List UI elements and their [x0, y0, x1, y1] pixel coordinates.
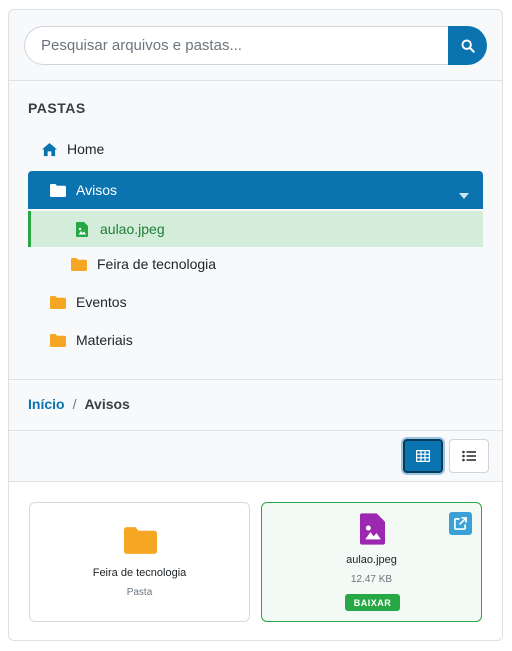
- divider: [9, 379, 502, 380]
- divider: [9, 430, 502, 431]
- search-input[interactable]: [24, 26, 449, 65]
- folder-icon: [49, 333, 67, 347]
- file-card[interactable]: aulao.jpeg 12.47 KB BAIXAR: [261, 502, 482, 622]
- tree-item-label: Eventos: [76, 294, 127, 310]
- tree-item-eventos[interactable]: Eventos: [28, 283, 483, 321]
- folders-title: PASTAS: [28, 100, 86, 116]
- breadcrumb: Início / Avisos: [28, 396, 130, 412]
- search-icon: [461, 39, 475, 53]
- tree-item-home[interactable]: Home: [28, 130, 483, 168]
- tree-item-avisos[interactable]: Avisos: [28, 171, 483, 209]
- folder-open-icon: [49, 183, 67, 197]
- folder-icon: [70, 257, 88, 271]
- grid-icon: [416, 450, 430, 462]
- external-link-icon: [454, 517, 467, 530]
- folder-card[interactable]: Feira de tecnologia Pasta: [29, 502, 250, 622]
- image-file-icon: [360, 513, 385, 550]
- download-button[interactable]: BAIXAR: [345, 594, 400, 611]
- tree-item-label: Materiais: [76, 332, 133, 348]
- image-file-icon: [73, 221, 91, 237]
- list-view-button[interactable]: [449, 439, 489, 473]
- breadcrumb-current: Avisos: [84, 396, 130, 412]
- breadcrumb-separator: /: [72, 396, 77, 412]
- tree-item-label: Avisos: [76, 182, 117, 198]
- tree-item-label: Home: [67, 141, 105, 157]
- divider: [9, 80, 502, 81]
- folder-icon: [124, 526, 157, 560]
- breadcrumb-root-link[interactable]: Início: [28, 396, 65, 412]
- tree-item-label: Feira de tecnologia: [97, 256, 217, 272]
- caret-down-icon: [459, 186, 469, 202]
- file-browser-panel: PASTAS Home Avisos aulao.jpeg: [8, 9, 503, 641]
- list-icon: [462, 450, 476, 462]
- tree-item-label: aulao.jpeg: [100, 221, 165, 237]
- card-meta: Pasta: [126, 587, 153, 598]
- open-external-button[interactable]: [449, 512, 472, 535]
- home-icon: [40, 142, 58, 157]
- card-meta: 12.47 KB: [350, 574, 393, 585]
- tree-item-aulao[interactable]: aulao.jpeg: [28, 211, 483, 247]
- content-grid: Feira de tecnologia Pasta aulao.jpeg 12.…: [9, 482, 502, 640]
- folder-icon: [49, 295, 67, 309]
- search-button[interactable]: [448, 26, 487, 65]
- grid-view-button[interactable]: [403, 439, 443, 473]
- card-name: Feira de tecnologia: [92, 567, 187, 579]
- tree-item-materiais[interactable]: Materiais: [28, 321, 483, 359]
- tree-item-feira[interactable]: Feira de tecnologia: [28, 245, 483, 283]
- card-name: aulao.jpeg: [346, 554, 397, 566]
- search-bar: [24, 26, 487, 65]
